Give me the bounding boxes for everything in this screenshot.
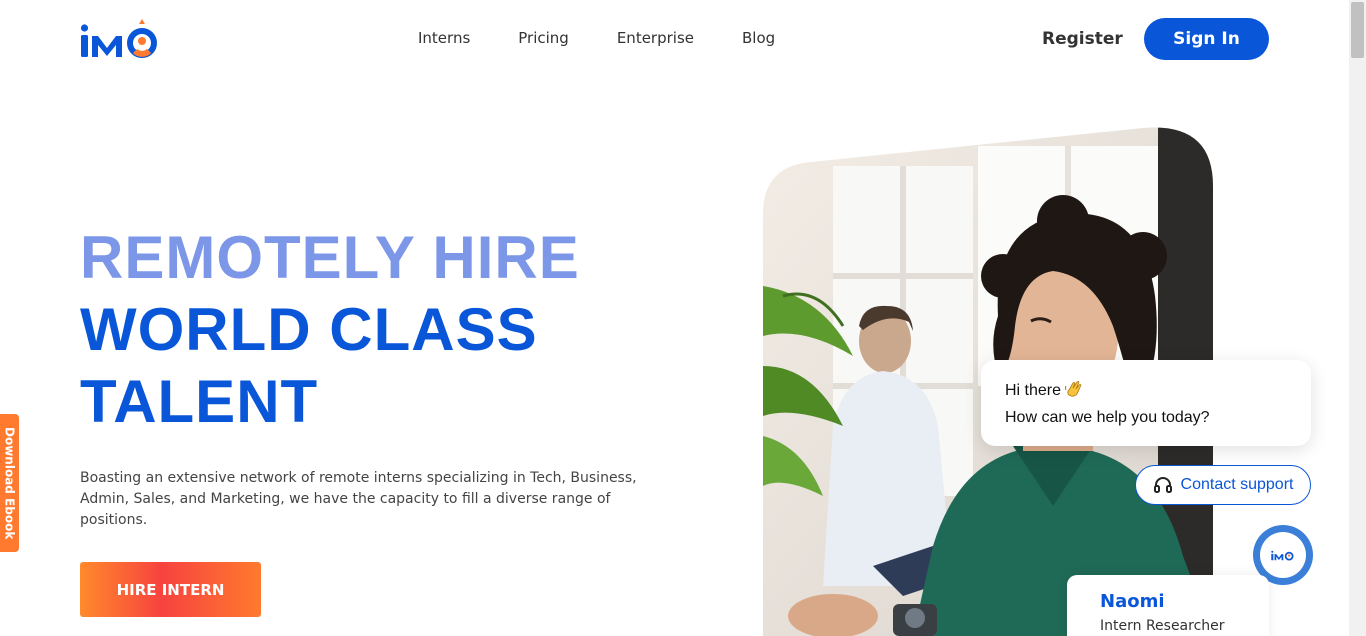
sign-in-button[interactable]: Sign In — [1144, 18, 1269, 60]
chat-greeting: Hi there — [1005, 382, 1062, 399]
hire-intern-button[interactable]: HIRE INTERN — [80, 562, 261, 617]
hero-description: Boasting an extensive network of remote … — [80, 470, 637, 528]
headline-line-3: TALENT — [80, 368, 319, 435]
download-ebook-tab[interactable]: Download Ebook — [0, 414, 19, 552]
intern-profile-card: Naomi Intern Researcher — [1067, 575, 1269, 636]
logo-graphic — [80, 19, 157, 58]
download-ebook-label: Download Ebook — [2, 426, 17, 540]
nav-enterprise[interactable]: Enterprise — [617, 29, 694, 47]
intern-name: Naomi — [1100, 591, 1165, 612]
main-nav: Interns Pricing Enterprise Blog — [418, 29, 775, 47]
headset-icon — [1153, 477, 1172, 493]
nav-interns[interactable]: Interns — [418, 29, 470, 47]
chat-launcher-inner — [1260, 532, 1306, 578]
contact-support-button[interactable]: Contact support — [1135, 465, 1311, 505]
contact-support-label: Contact support — [1180, 476, 1294, 493]
headline-line-2: WORLD CLASS — [80, 296, 538, 363]
intern-role: Intern Researcher — [1100, 618, 1225, 634]
imo-logo[interactable] — [80, 18, 162, 60]
hero-headline: REMOTELY HIRE WORLD CLASS TALENT — [80, 222, 580, 438]
headline-line-1: REMOTELY HIRE — [80, 224, 580, 291]
chat-greeting-bubble[interactable]: Hi there How can we help you today? — [981, 360, 1311, 446]
chat-question: How can we help you today? — [1005, 409, 1210, 426]
imo-logo-icon — [1271, 550, 1294, 561]
nav-pricing[interactable]: Pricing — [518, 29, 569, 47]
nav-blog[interactable]: Blog — [742, 29, 775, 47]
register-link[interactable]: Register — [1042, 29, 1123, 49]
scrollbar-thumb[interactable] — [1351, 2, 1364, 58]
waving-hand-icon — [1065, 381, 1082, 397]
page-scrollbar[interactable] — [1349, 0, 1366, 636]
